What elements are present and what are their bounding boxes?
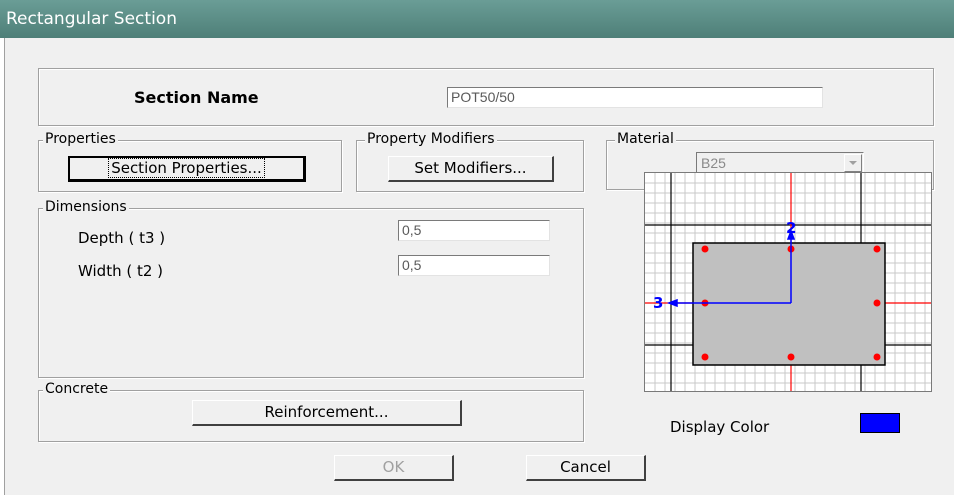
section-preview-canvas: 2 3	[645, 173, 931, 391]
axis-3-arrow	[666, 298, 678, 308]
section-preview: 2 3	[644, 172, 932, 392]
axis-3-label: 3	[653, 294, 663, 312]
depth-input[interactable]: 0,5	[398, 220, 550, 241]
rebar-point	[787, 353, 795, 361]
rebar-point	[701, 245, 709, 253]
axis-2-label: 2	[786, 219, 796, 237]
properties-legend: Properties	[43, 131, 118, 147]
chevron-down-icon[interactable]	[844, 154, 862, 172]
property-modifiers-legend: Property Modifiers	[365, 131, 497, 147]
rebar-point	[873, 353, 881, 361]
section-properties-button[interactable]: Section Properties...	[68, 156, 306, 182]
title-bar: Rectangular Section	[0, 0, 954, 38]
depth-label: Depth ( t3 )	[78, 229, 166, 247]
reinforcement-button[interactable]: Reinforcement...	[192, 400, 462, 426]
cancel-button[interactable]: Cancel	[526, 455, 646, 481]
rebar-point	[701, 353, 709, 361]
material-value: B25	[701, 155, 726, 171]
dimensions-legend: Dimensions	[43, 199, 129, 215]
concrete-legend: Concrete	[43, 381, 111, 397]
ok-button[interactable]: OK	[334, 455, 454, 481]
rebar-point	[873, 299, 881, 307]
display-color-swatch[interactable]	[860, 413, 900, 433]
display-color-label: Display Color	[670, 418, 770, 436]
material-select[interactable]: B25	[696, 152, 864, 174]
section-name-label: Section Name	[134, 88, 259, 107]
section-name-input[interactable]: POT50/50	[447, 87, 823, 108]
concrete-section	[692, 242, 886, 366]
window-title: Rectangular Section	[6, 9, 177, 29]
material-legend: Material	[615, 131, 676, 147]
width-input[interactable]: 0,5	[398, 255, 550, 276]
section-properties-label: Section Properties...	[108, 158, 265, 178]
rebar-point	[873, 245, 881, 253]
width-label: Width ( t2 )	[78, 262, 164, 280]
set-modifiers-button[interactable]: Set Modifiers...	[388, 156, 554, 182]
